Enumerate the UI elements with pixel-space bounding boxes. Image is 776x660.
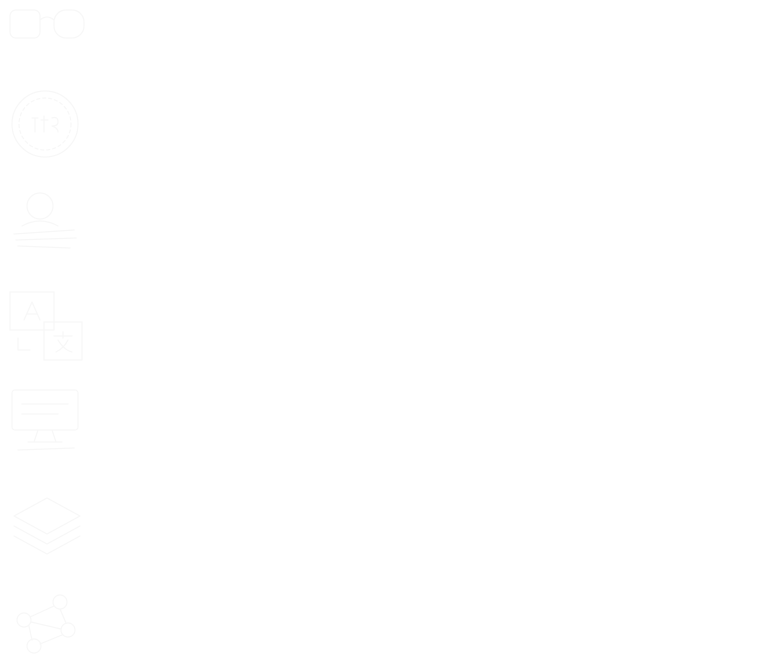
layers-icon bbox=[10, 494, 84, 560]
translate-icon bbox=[8, 290, 84, 364]
network-icon bbox=[10, 590, 82, 656]
monitor-icon bbox=[8, 386, 84, 456]
page-canvas bbox=[0, 0, 776, 660]
user-stack-icon bbox=[8, 190, 82, 256]
glasses-icon bbox=[8, 6, 88, 42]
currency-coin-icon bbox=[8, 88, 82, 160]
